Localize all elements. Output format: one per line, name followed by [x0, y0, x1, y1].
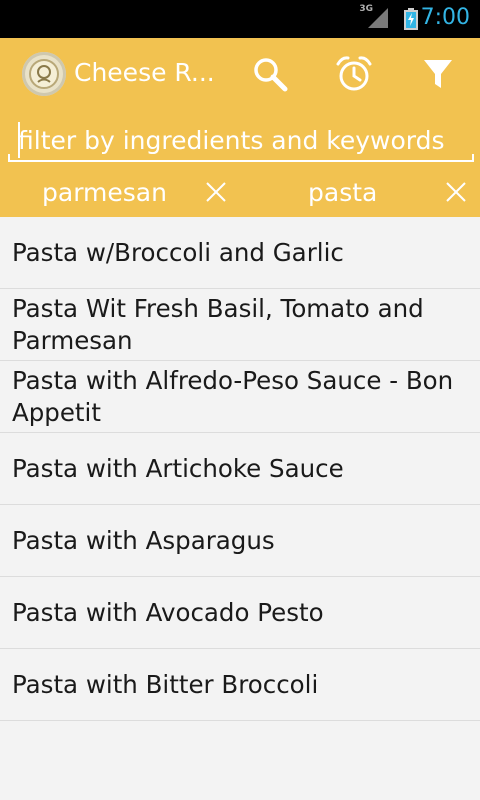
search-button[interactable] — [248, 52, 292, 96]
recipe-title: Pasta with Artichoke Sauce — [12, 453, 344, 483]
list-item[interactable]: Pasta Wit Fresh Basil, Tomato and Parmes… — [0, 289, 480, 361]
filter-chip-label: pasta — [308, 178, 378, 207]
recipe-title: Pasta w/Broccoli and Garlic — [12, 237, 344, 267]
cheese-logo-icon — [29, 59, 59, 89]
filter-chip-label: parmesan — [42, 178, 167, 207]
status-bar: 3G 7:00 — [0, 0, 480, 38]
list-item[interactable]: Pasta with Asparagus — [0, 505, 480, 577]
list-item[interactable]: Pasta w/Broccoli and Garlic — [0, 217, 480, 289]
battery-charging-icon — [404, 8, 418, 30]
list-item[interactable]: Pasta with Bitter Broccoli — [0, 649, 480, 721]
alarm-button[interactable] — [332, 52, 376, 96]
text-cursor — [18, 122, 20, 158]
app-title[interactable]: Cheese R... — [74, 58, 215, 87]
input-underline — [8, 154, 474, 162]
status-clock: 7:00 — [420, 5, 470, 30]
close-icon[interactable] — [444, 180, 468, 204]
recipe-title: Pasta Wit Fresh Basil, Tomato and Parmes… — [12, 293, 424, 355]
list-item[interactable]: Pasta with Avocado Pesto — [0, 577, 480, 649]
list-item[interactable]: Pasta with Alfredo-Peso Sauce - Bon Appe… — [0, 361, 480, 433]
ingredient-filter-input[interactable] — [14, 122, 464, 158]
alarm-clock-icon — [336, 56, 372, 91]
cheese-app-icon[interactable] — [22, 52, 66, 96]
action-bar: Cheese R... — [0, 38, 480, 110]
signal-icon — [368, 8, 388, 28]
close-icon[interactable] — [204, 180, 228, 204]
recipe-title: Pasta with Alfredo-Peso Sauce - Bon Appe… — [12, 365, 454, 427]
recipe-title: Pasta with Avocado Pesto — [12, 597, 324, 627]
list-item[interactable]: Pasta with Artichoke Sauce — [0, 433, 480, 505]
recipe-results-list: Pasta w/Broccoli and Garlic Pasta Wit Fr… — [0, 217, 480, 721]
recipe-title: Pasta with Bitter Broccoli — [12, 669, 319, 699]
filter-button[interactable] — [416, 52, 460, 96]
filter-icon — [424, 60, 452, 88]
search-icon — [254, 58, 288, 92]
filter-panel: parmesan pasta — [0, 110, 480, 217]
recipe-title: Pasta with Asparagus — [12, 525, 275, 555]
